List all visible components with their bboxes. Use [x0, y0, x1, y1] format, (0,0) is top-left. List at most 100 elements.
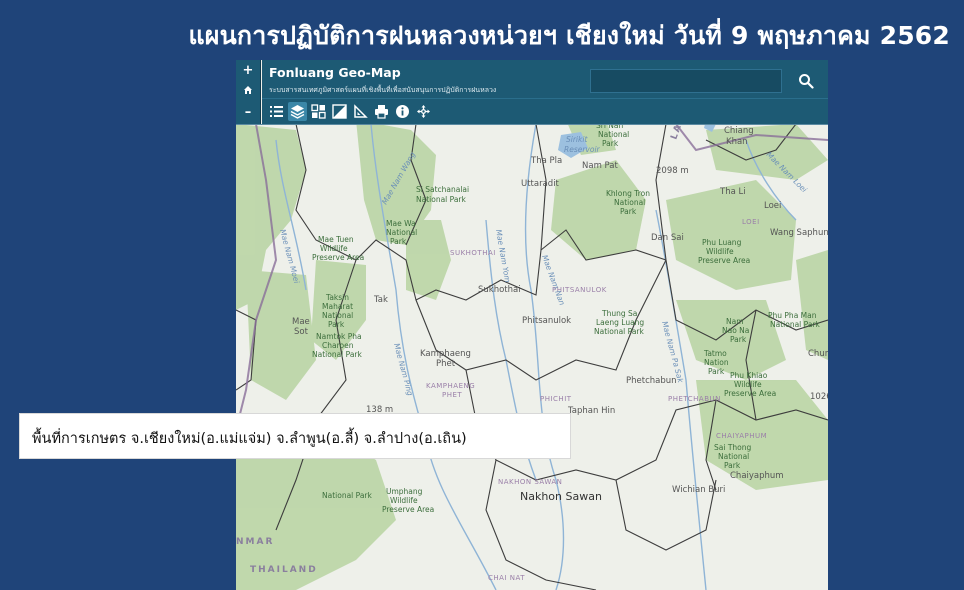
- map-label: Nakhon Sawan: [520, 490, 602, 503]
- map-label: PHETCHABUN: [668, 395, 721, 403]
- caption-text: พื้นที่การเกษตร จ.เชียงใหม่(อ.แม่แจ่ม) จ…: [32, 431, 467, 447]
- map-label: Maharat: [322, 302, 353, 311]
- map-label: LOEI: [742, 218, 760, 226]
- map-label: Wichian Buri: [672, 485, 725, 495]
- map-label: Nam Pat: [582, 161, 619, 171]
- swipe-icon: [332, 104, 347, 119]
- layers-icon: [290, 105, 305, 119]
- legend-button[interactable]: [267, 102, 286, 121]
- measure-icon: [354, 104, 368, 118]
- map-label: Park: [708, 367, 725, 376]
- map-label: Preserve Area: [724, 389, 776, 398]
- map-label: Wildlife: [706, 247, 734, 256]
- map-label: CHAIYAPHUM: [716, 432, 767, 440]
- slide-title: แผนการปฏิบัติการฝนหลวงหน่วยฯ เชียงใหม่ ว…: [188, 21, 950, 50]
- map-label: Wang Saphun: [770, 228, 828, 238]
- info-icon: [396, 105, 409, 118]
- map-label: Khan: [726, 137, 748, 147]
- map-label: National Park: [312, 350, 363, 359]
- map-label: Si Satchanalai: [416, 185, 469, 194]
- map-label: Park: [602, 139, 619, 148]
- home-button[interactable]: [236, 81, 260, 102]
- map-label: National: [598, 130, 629, 139]
- map-label: Phu Luang: [702, 238, 742, 247]
- basemap: Sirikit Reservoir Nam Pat Tha Pla Uttara…: [236, 60, 828, 590]
- zoom-out-button[interactable]: –: [236, 102, 260, 123]
- map-label: Wildlife: [390, 496, 418, 505]
- map-label: Park: [328, 320, 345, 329]
- map-label: Sai Thong: [714, 443, 752, 452]
- map-label: Wildlife: [734, 380, 762, 389]
- map-label: Laeng Luang: [596, 318, 644, 327]
- map-label: Reservoir: [564, 145, 601, 154]
- map-label: National: [322, 311, 353, 320]
- search-input[interactable]: [590, 69, 782, 93]
- map-label: Park: [390, 237, 407, 246]
- map-label: Preserve Area: [312, 253, 364, 262]
- zoom-in-button[interactable]: +: [236, 60, 260, 81]
- search-button[interactable]: [790, 69, 820, 93]
- map-label: Sukhothai: [478, 285, 521, 295]
- map-label: Loei: [764, 201, 781, 211]
- map-label: Park: [620, 207, 637, 216]
- map-label: Park: [730, 335, 747, 344]
- map-label: Tak: [373, 295, 388, 305]
- map-label: KAMPHAENG: [426, 382, 475, 390]
- map-label: Nam: [726, 317, 744, 326]
- map-label: Mae Wa: [386, 219, 416, 228]
- map-label: PHICHIT: [540, 395, 572, 403]
- map-label: Chiang: [724, 126, 754, 136]
- map-label: Kamphaeng: [420, 349, 471, 359]
- swipe-button[interactable]: [330, 102, 349, 121]
- map-label: Wildlife: [320, 244, 348, 253]
- map-label: NMAR: [236, 537, 274, 547]
- pan-icon: [417, 105, 430, 118]
- app-title: Fonluang Geo-Map: [269, 65, 401, 80]
- map-label: Nao Na: [722, 326, 749, 335]
- map-label: National Park: [416, 195, 467, 204]
- map-label: Charoen: [322, 341, 354, 350]
- map-label: CHAI NAT: [488, 574, 525, 582]
- basemap-gallery-button[interactable]: [309, 102, 328, 121]
- map-label: 2098 m: [656, 166, 689, 176]
- map-label: PHET: [442, 391, 462, 399]
- map-label: National: [614, 198, 645, 207]
- basemap-gallery-icon: [311, 104, 326, 119]
- print-icon: [375, 105, 388, 119]
- map-label: Park: [724, 461, 741, 470]
- map-label: Sot: [294, 327, 309, 337]
- map-label: National Park: [322, 491, 373, 500]
- app-header: Fonluang Geo-Map ระบบสารสนเทศภูมิศาสตร์แ…: [262, 60, 828, 98]
- map-label: Sirikit: [566, 135, 588, 144]
- measure-button[interactable]: [351, 102, 370, 121]
- map-label: Mae: [292, 317, 310, 327]
- map-label: Umphang: [386, 487, 423, 496]
- map-label: Tha Pla: [530, 156, 562, 166]
- map-label: Tatmo: [703, 349, 727, 358]
- info-button[interactable]: [393, 102, 412, 121]
- map-label: Khlong Tron: [606, 189, 650, 198]
- map-label: Phitsanulok: [522, 316, 571, 326]
- map-view[interactable]: Sirikit Reservoir Nam Pat Tha Pla Uttara…: [236, 60, 828, 590]
- map-label: SUKHOTHAI: [450, 249, 496, 257]
- map-label: Nation: [704, 358, 729, 367]
- map-label: Chaiyaphum: [730, 471, 784, 481]
- map-label: Phu Pha Man: [768, 311, 817, 320]
- map-label: Namtok Pha: [316, 332, 362, 341]
- map-label: Uttaradit: [521, 179, 560, 189]
- print-button[interactable]: [372, 102, 391, 121]
- map-label: Phet: [436, 359, 456, 369]
- map-label: NAKHON SAWAN: [498, 478, 562, 486]
- home-icon: [244, 86, 252, 94]
- map-label: Mae Tuen: [318, 235, 354, 244]
- map-label: Dan Sai: [651, 233, 684, 243]
- map-label: National: [718, 452, 749, 461]
- map-label: Preserve Area: [698, 256, 750, 265]
- search-icon: [799, 74, 814, 89]
- map-label: Chum: [808, 349, 828, 359]
- pan-button[interactable]: [414, 102, 433, 121]
- layers-button[interactable]: [288, 102, 307, 121]
- map-label: Taphan Hin: [567, 406, 615, 416]
- map-label: 1026: [810, 392, 828, 402]
- map-label: Tha Li: [719, 187, 746, 197]
